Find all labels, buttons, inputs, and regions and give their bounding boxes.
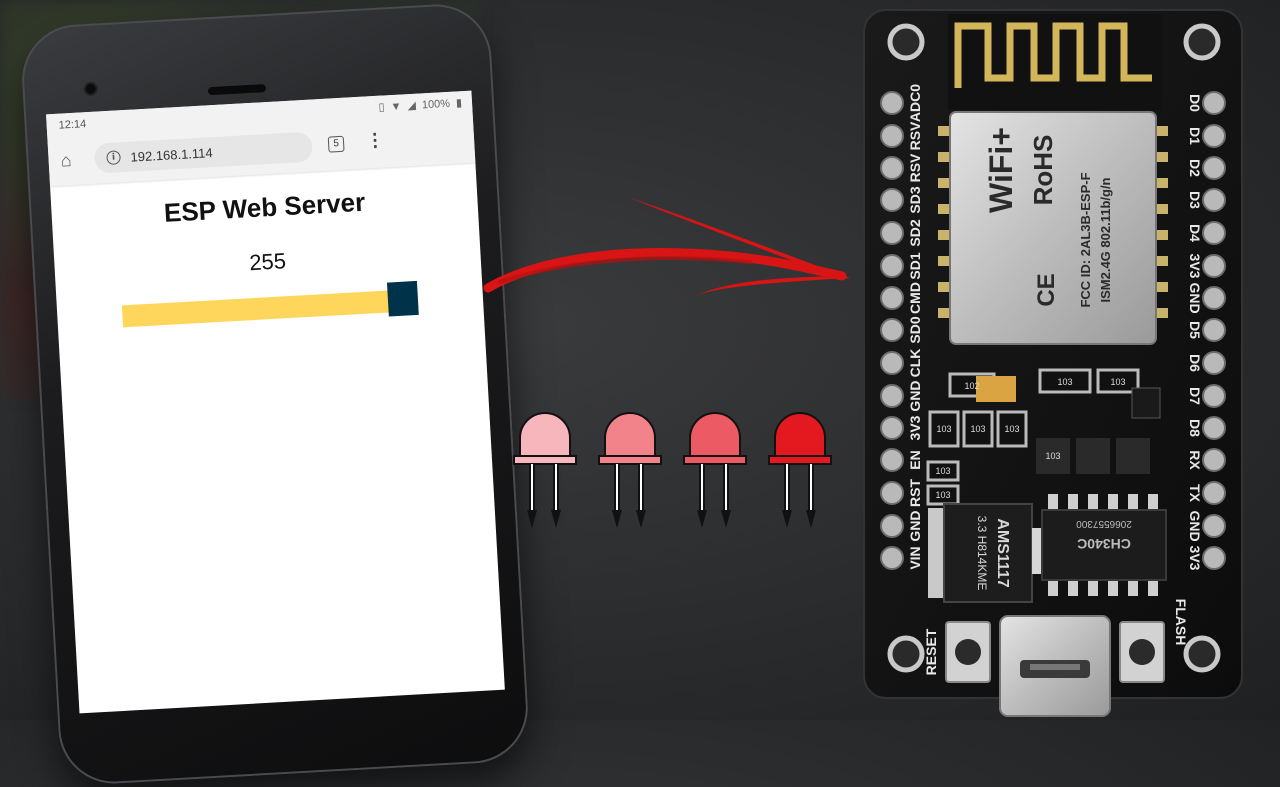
led-2 [598, 412, 662, 528]
smartphone: 12:14 ▯ ▼ ◢ 100% ▮ ⌂ i 192.168.1.114 5 ⋮… [19, 1, 531, 787]
web-page: ESP Web Server 255 [51, 180, 484, 333]
left-pin-label: SD3 [907, 186, 923, 213]
phone-screen: 12:14 ▯ ▼ ◢ 100% ▮ ⌂ i 192.168.1.114 5 ⋮… [46, 90, 505, 714]
module-fcc: FCC ID: 2AL3B-ESP-F [1078, 172, 1093, 307]
resistor-code: 102 [964, 381, 979, 391]
url-text: 192.168.1.114 [130, 144, 213, 165]
right-pin-label: D5 [1187, 321, 1203, 339]
reset-label: RESET [923, 628, 939, 675]
arrow-stroke-2 [498, 256, 752, 284]
usb-chip-code: 2066557300 [1076, 518, 1132, 529]
mount-hole-tl [887, 23, 925, 61]
transistor [1131, 387, 1161, 419]
address-bar[interactable]: i 192.168.1.114 [93, 131, 314, 174]
resistor-code: 103 [970, 424, 985, 434]
mount-hole-bl [887, 635, 925, 673]
right-pin-label: RX [1187, 450, 1203, 470]
regulator-sub: 3.3 H814KME [975, 516, 989, 591]
resistor-code: 103 [935, 490, 950, 500]
ce-mark: CE [1033, 273, 1060, 306]
home-icon[interactable]: ⌂ [60, 150, 72, 172]
left-pin-label: RSV [907, 153, 923, 182]
left-header-pins [880, 91, 904, 570]
right-pin-label: 3V3 [1187, 254, 1203, 279]
arrow-head [630, 198, 850, 296]
slider-thumb[interactable] [386, 280, 419, 317]
module-band: ISM2.4G 802.11b/g/n [1098, 177, 1113, 302]
right-pin-labels: D0 D1 D2 D3 D4 3V3 GND D5 D6 D7 D8 RX TX GND 3V3 [1187, 94, 1203, 571]
left-pin-label: CLK [907, 349, 923, 378]
info-icon[interactable]: i [106, 150, 121, 166]
led-row [505, 410, 845, 540]
left-pin-label: SD2 [907, 219, 923, 246]
mount-hole-tr [1183, 23, 1221, 61]
usb-serial-chip: CH340C 2066557300 [1041, 494, 1167, 596]
left-pin-label: SD0 [907, 316, 923, 343]
left-pin-label: GND [907, 380, 923, 411]
right-pin-label: D3 [1187, 191, 1203, 209]
right-pin-label: D7 [1187, 387, 1203, 405]
reset-button[interactable] [945, 621, 991, 683]
right-pin-label: D0 [1187, 94, 1203, 112]
page-title: ESP Web Server [163, 186, 366, 228]
right-pin-label: GND [1187, 510, 1203, 541]
flash-label: FLASH [1173, 599, 1189, 646]
usb-chip-label: CH340C [1077, 536, 1131, 552]
micro-usb-port[interactable] [999, 615, 1111, 717]
arrow-graphic [483, 198, 850, 296]
overflow-menu-icon[interactable]: ⋮ [365, 130, 384, 152]
left-pin-label: VIN [907, 546, 923, 569]
nodemcu-board: WiFi+ RoHS FCC ID: 2AL3B-ESP-F ISM2.4G 8… [863, 9, 1243, 717]
right-pin-label: D4 [1187, 224, 1203, 242]
led-3 [683, 412, 747, 528]
right-pin-label: GND [1187, 282, 1203, 313]
tab-switcher-button[interactable]: 5 [327, 135, 345, 153]
resistor-code: 103 [936, 424, 951, 434]
right-header-pins [1202, 91, 1226, 570]
left-pin-labels: ADC0RSVRSVSD3SD2SD1CMDSD0CLKGND3V3ENRSTG… [907, 84, 923, 570]
mount-hole-br [1183, 635, 1221, 673]
regulator-label: AMS1117 [994, 518, 1011, 587]
slider-value: 255 [248, 248, 287, 276]
left-pin-label: 3V3 [907, 415, 923, 440]
right-pin-label: D6 [1187, 354, 1203, 372]
led-4 [768, 412, 832, 528]
left-pin-label: CMD [907, 282, 923, 314]
right-pin-label: D8 [1187, 419, 1203, 437]
battery-icon: ▮ [455, 97, 463, 110]
vibrate-icon: ▯ [378, 101, 385, 114]
right-pin-label: TX [1187, 484, 1203, 503]
signal-icon: ◢ [407, 99, 417, 113]
flash-button[interactable] [1119, 621, 1165, 683]
module-rohs: RoHS [1028, 135, 1058, 206]
right-pin-label: D1 [1187, 127, 1203, 145]
left-pin-label: RST [907, 479, 923, 507]
resistor-code: 103 [1004, 424, 1019, 434]
left-pin-label: ADC0 [907, 84, 923, 122]
resistor-code: 103 [1045, 451, 1060, 461]
left-pin-label: RSV [907, 121, 923, 150]
module-brand: WiFi+ [983, 127, 1019, 213]
left-pin-label: EN [907, 450, 923, 469]
resistor-code: 103 [1057, 377, 1072, 387]
left-pin-label: GND [907, 510, 923, 541]
right-pin-label: D2 [1187, 159, 1203, 177]
status-time: 12:14 [58, 118, 87, 132]
battery-text: 100% [421, 97, 451, 111]
slider-track[interactable] [121, 288, 419, 328]
pcb-antenna [954, 22, 1152, 88]
right-pin-label: 3V3 [1187, 546, 1203, 571]
resistor-code: 103 [1110, 377, 1125, 387]
left-pin-label: SD1 [907, 252, 923, 279]
wifi-icon: ▼ [390, 100, 402, 113]
pwm-slider[interactable] [121, 280, 419, 329]
led-1 [513, 412, 577, 528]
resistor-code: 103 [935, 466, 950, 476]
